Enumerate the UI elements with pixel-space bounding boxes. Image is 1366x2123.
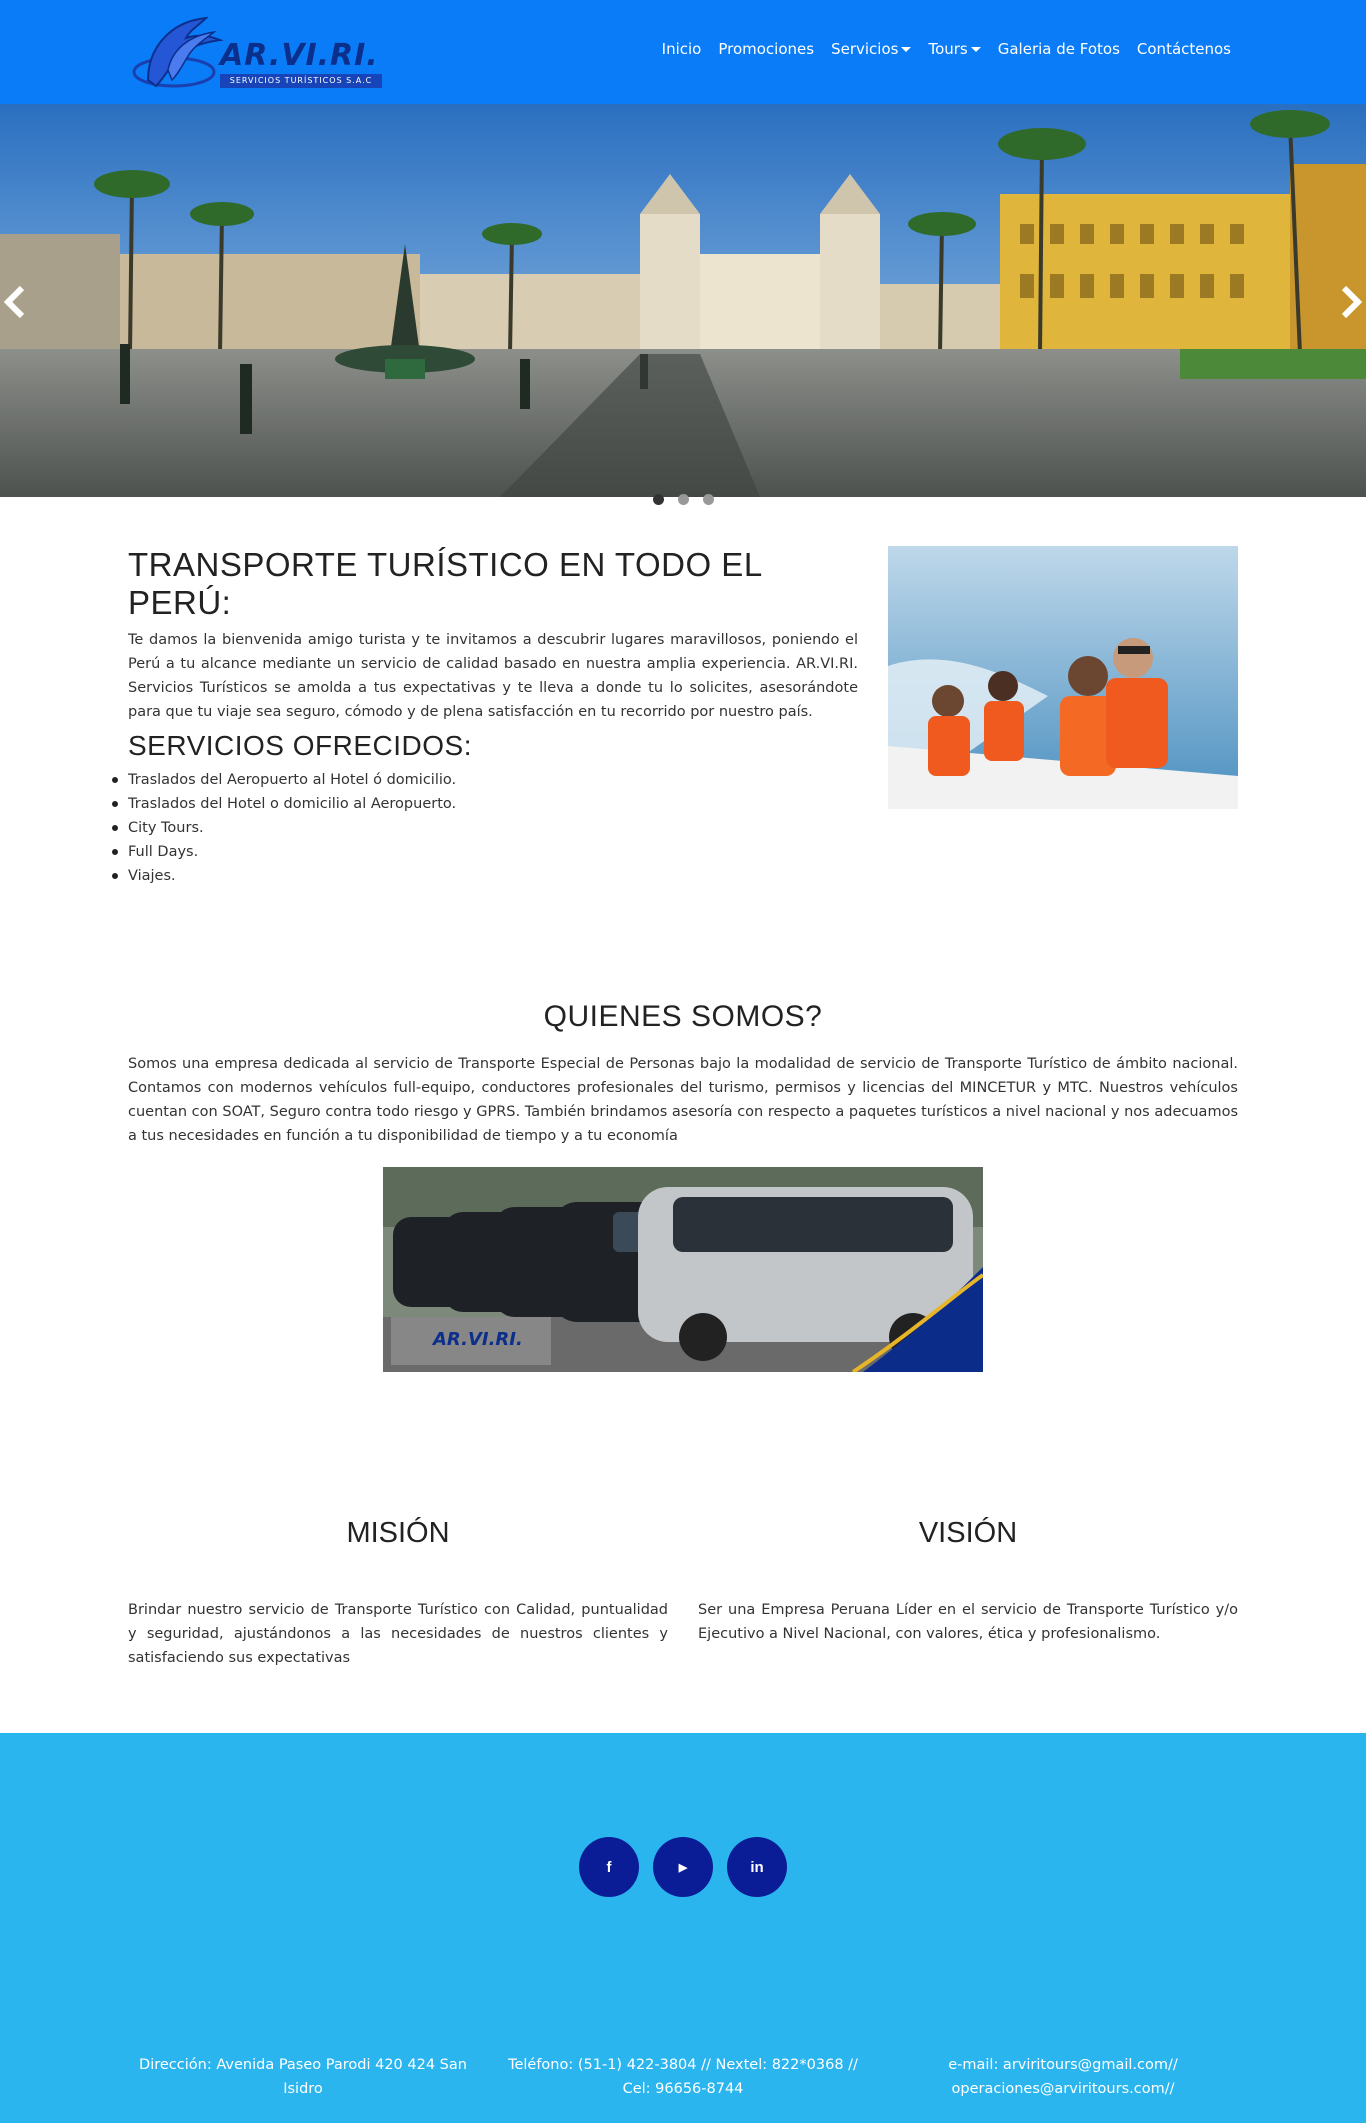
about-text: Somos una empresa dedicada al servicio d… xyxy=(128,1056,1238,1144)
intro-title: TRANSPORTE TURÍSTICO EN TODO EL PERÚ: xyxy=(128,546,762,621)
nav-inicio[interactable]: Inicio xyxy=(662,40,702,58)
carousel-next-button[interactable] xyxy=(1336,282,1366,322)
nav-contactenos[interactable]: Contáctenos xyxy=(1137,40,1231,58)
youtube-button[interactable]: ▶ xyxy=(653,1837,713,1897)
linkedin-icon: in xyxy=(750,1858,764,1876)
plaza-de-armas-slide-image xyxy=(0,104,1366,497)
chevron-right-icon xyxy=(1341,285,1363,319)
caret-down-icon xyxy=(970,46,981,52)
hero-carousel xyxy=(0,104,1366,497)
boat-tourists-image xyxy=(888,546,1238,809)
services-list-item: Traslados del Aeropuerto al Hotel ó domi… xyxy=(112,768,858,792)
chevron-left-icon xyxy=(3,285,25,319)
vans-fleet-image: AR.VI.RI. xyxy=(383,1167,983,1372)
footer-phone: Teléfono: (51-1) 422-3804 // Nextel: 822… xyxy=(508,2057,858,2097)
services-title: SERVICIOS OFRECIDOS: xyxy=(128,730,472,761)
nav-galeria-label: Galeria de Fotos xyxy=(997,40,1120,58)
nav-tours-dropdown[interactable]: Tours xyxy=(928,40,981,58)
brand-logo[interactable]: AR.VI.RI. SERVICIOS TURÍSTICOS S.A.C xyxy=(128,10,382,94)
nav-servicios-dropdown[interactable]: Servicios xyxy=(831,40,912,58)
services-list-item: Traslados del Hotel o domicilio al Aerop… xyxy=(112,792,858,816)
services-list-item: Viajes. xyxy=(112,864,858,888)
carousel-indicator-3[interactable] xyxy=(702,494,714,505)
nav-promociones[interactable]: Promociones xyxy=(718,40,814,58)
about-title: QUIENES SOMOS? xyxy=(543,1000,823,1033)
carousel-indicators xyxy=(0,494,1366,505)
caret-down-icon xyxy=(901,46,912,52)
nav-galeria[interactable]: Galeria de Fotos xyxy=(998,40,1120,58)
brand-name: AR.VI.RI. xyxy=(220,38,379,73)
youtube-icon: ▶ xyxy=(678,1861,688,1874)
facebook-icon: f xyxy=(606,1858,612,1876)
vision-title: VISIÓN xyxy=(918,1517,1018,1549)
mision-text: Brindar nuestro servicio de Transporte T… xyxy=(128,1602,668,1666)
services-list-item: City Tours. xyxy=(112,816,858,840)
intro-section: TRANSPORTE TURÍSTICO EN TODO EL PERÚ: Te… xyxy=(128,546,858,724)
carousel-prev-button[interactable] xyxy=(0,282,30,322)
nav-contactenos-label: Contáctenos xyxy=(1136,40,1231,58)
mision-section: MISIÓN Brindar nuestro servicio de Trans… xyxy=(128,1517,668,1670)
vision-text: Ser una Empresa Peruana Líder en el serv… xyxy=(698,1602,1238,1642)
mision-title: MISIÓN xyxy=(346,1517,450,1549)
footer-address: Dirección: Avenida Paseo Parodi 420 424 … xyxy=(139,2057,467,2097)
footer: f ▶ in Dirección: Avenida Paseo Parodi 4… xyxy=(0,1733,1366,2123)
linkedin-button[interactable]: in xyxy=(727,1837,787,1897)
services-list-item: Full Days. xyxy=(112,840,858,864)
carousel-indicator-2[interactable] xyxy=(677,494,689,505)
nav-tours-label: Tours xyxy=(928,40,968,58)
services-section: SERVICIOS OFRECIDOS: Traslados del Aerop… xyxy=(112,730,858,888)
intro-text: Te damos la bienvenida amigo turista y t… xyxy=(128,632,858,720)
services-list: Traslados del Aeropuerto al Hotel ó domi… xyxy=(112,768,858,888)
svg-text:AR.VI.RI.: AR.VI.RI. xyxy=(431,1329,523,1350)
main-nav: Inicio Promociones Servicios Tours Galer… xyxy=(662,40,1231,58)
carousel-indicator-1[interactable] xyxy=(652,494,664,505)
about-section: QUIENES SOMOS? Somos una empresa dedicad… xyxy=(128,1000,1238,1148)
dolphin-logo-icon xyxy=(132,16,224,88)
footer-email[interactable]: e-mail: arviritours@gmail.com// operacio… xyxy=(888,2053,1238,2101)
nav-servicios-label: Servicios xyxy=(831,40,899,58)
facebook-button[interactable]: f xyxy=(579,1837,639,1897)
nav-inicio-label: Inicio xyxy=(661,40,702,58)
brand-tagline: SERVICIOS TURÍSTICOS S.A.C xyxy=(220,74,382,88)
social-links: f ▶ in xyxy=(0,1837,1366,1897)
navbar: AR.VI.RI. SERVICIOS TURÍSTICOS S.A.C Ini… xyxy=(0,0,1366,104)
vision-section: VISIÓN Ser una Empresa Peruana Líder en … xyxy=(698,1517,1238,1646)
nav-promociones-label: Promociones xyxy=(718,40,815,58)
